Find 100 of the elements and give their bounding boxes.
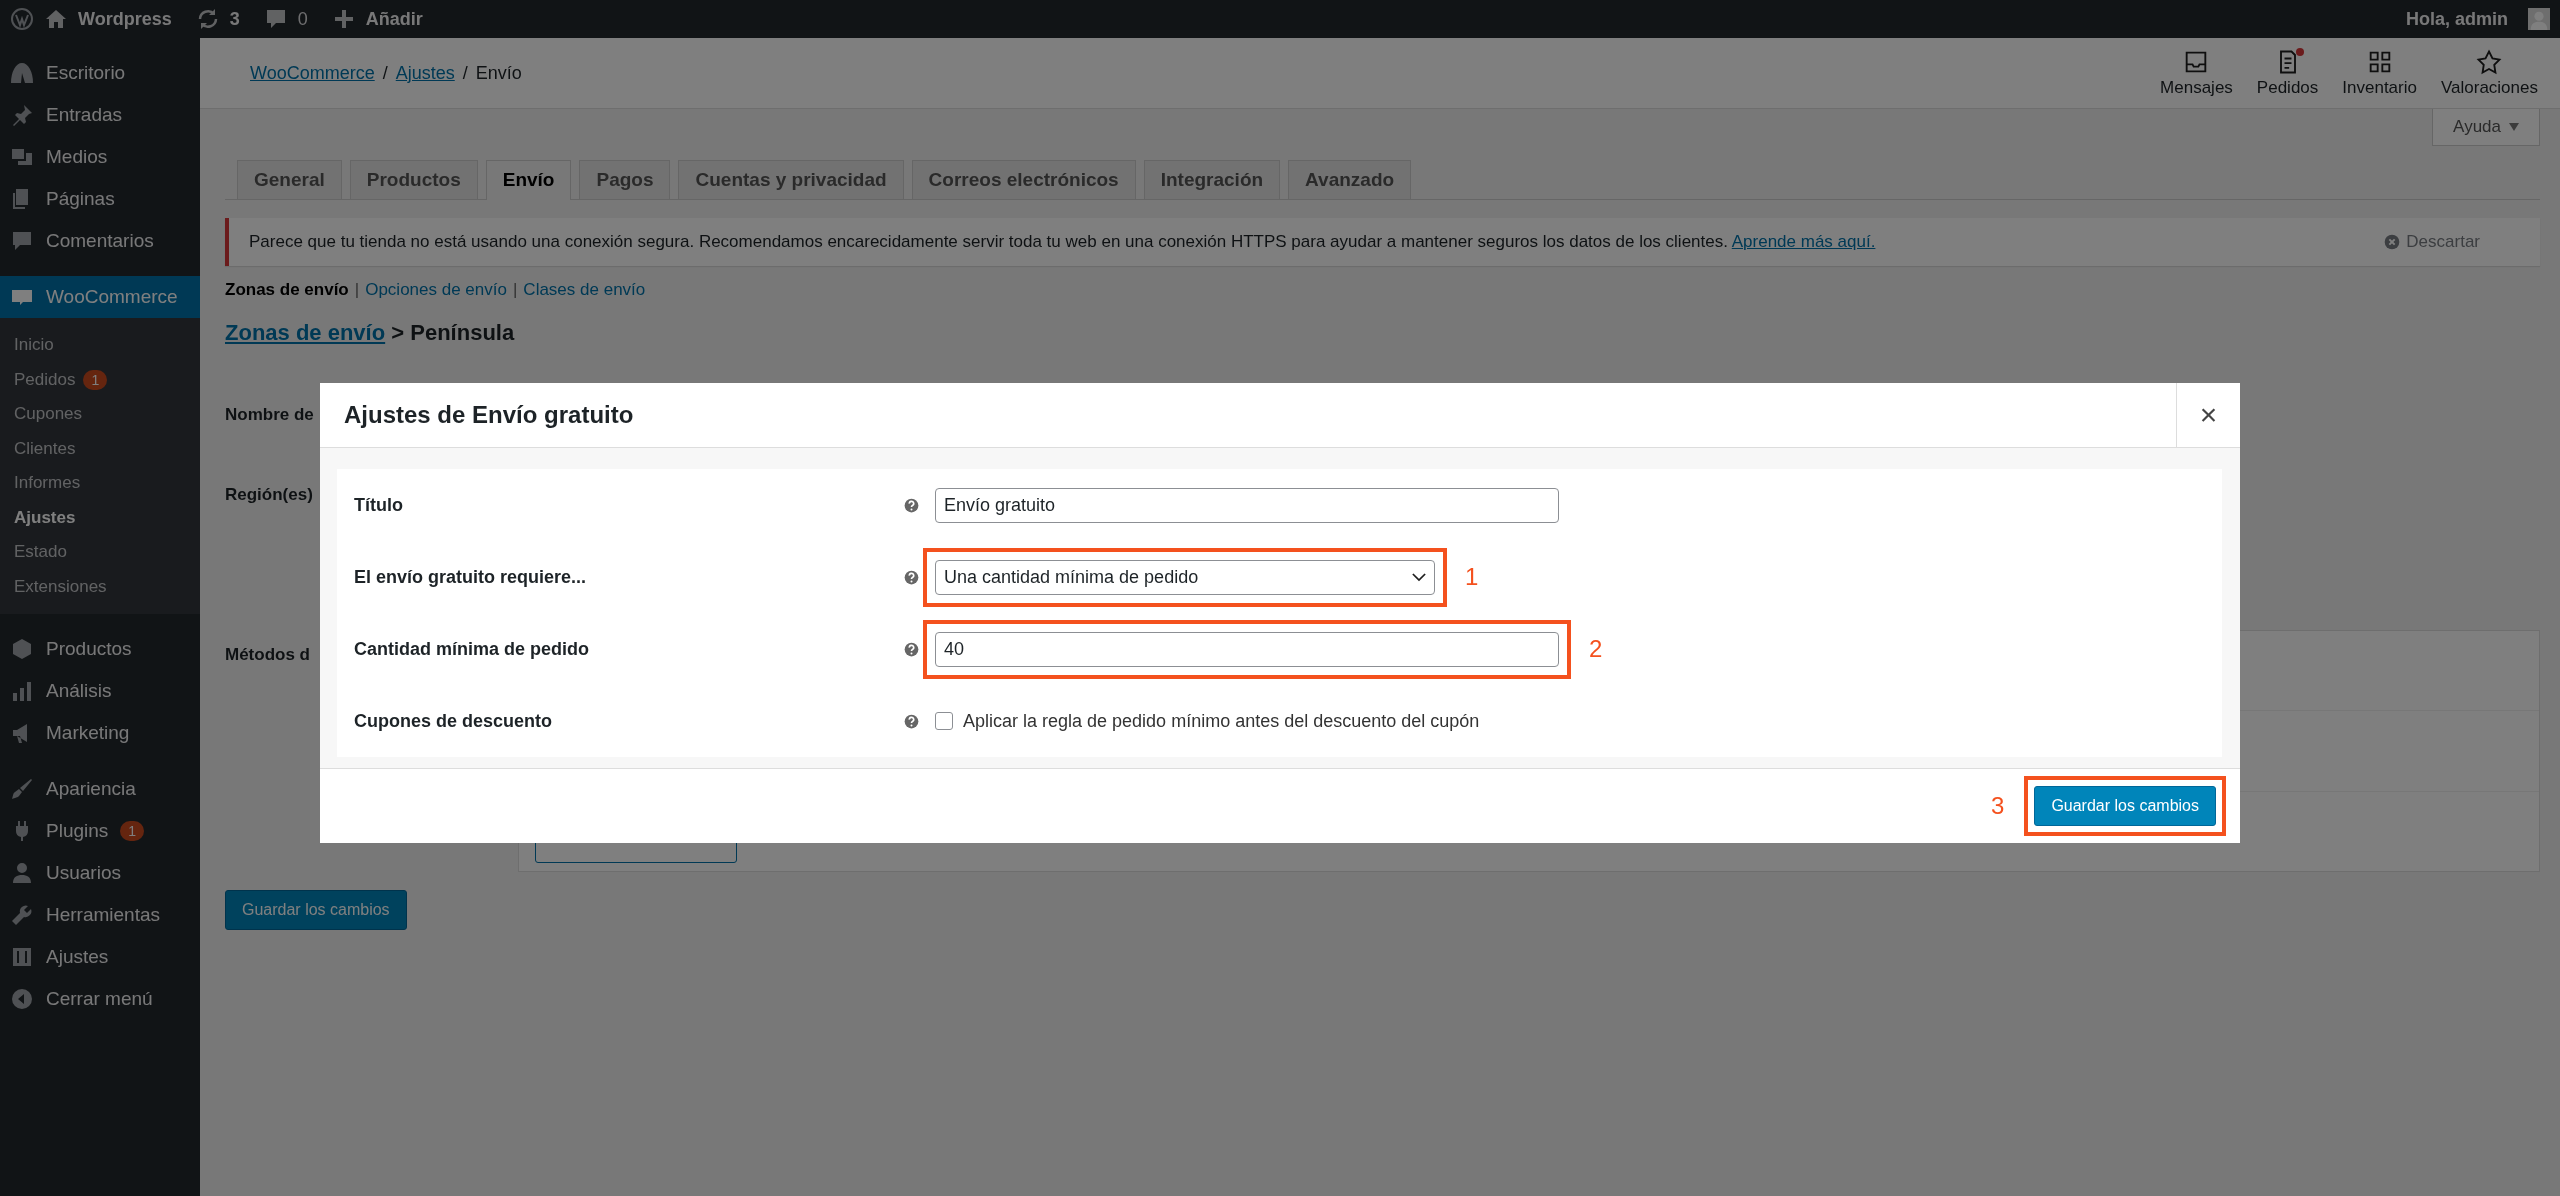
sidebar-label: Análisis (46, 680, 112, 702)
form-label: Nombre de (225, 405, 314, 426)
submenu-item[interactable]: Cupones (0, 397, 200, 432)
sidebar-label: Ajustes (46, 946, 109, 968)
sidebar-label: Marketing (46, 722, 130, 744)
help-icon[interactable] (904, 641, 919, 657)
brush-icon (10, 777, 34, 801)
help-button[interactable]: Ayuda (2432, 109, 2540, 146)
bar-chart-icon (10, 679, 34, 703)
notice-text: Parece que tu tienda no está usando una conexión segura. Recomendamos encarecidamente servir toda tu web en una conexión HTTPS para ayudar a mantener seguros los datos de los clientes. Aprende más aquí. (249, 232, 1876, 252)
sidebar-item[interactable]: Medios (0, 136, 200, 178)
save-changes-button[interactable]: Guardar los cambios (225, 890, 407, 930)
sidebar-label: Apariencia (46, 778, 136, 800)
subnav-separator: | (354, 280, 360, 300)
breadcrumb-item[interactable]: WooCommerce (250, 62, 375, 84)
sidebar-item[interactable]: Cerrar menú (0, 978, 200, 1020)
tab[interactable]: Cuentas y privacidad (678, 160, 904, 199)
breadcrumb-item[interactable]: Ajustes (395, 62, 455, 84)
activity-button[interactable]: Valoraciones (2428, 38, 2550, 108)
help-icon[interactable] (904, 497, 919, 513)
sidebar-item[interactable]: WooCommerce (0, 276, 200, 318)
amount-field[interactable]: 40 (935, 631, 1559, 667)
learn-more-link[interactable]: Aprende más aquí. (1731, 232, 1876, 251)
sidebar-item[interactable]: Análisis (0, 670, 200, 712)
tab[interactable]: Envío (485, 160, 572, 200)
sliders-icon (10, 945, 34, 969)
sidebar-item[interactable]: Herramientas (0, 894, 200, 936)
sidebar-label: Herramientas (46, 904, 161, 926)
sidebar-item[interactable]: Escritorio (0, 52, 200, 94)
caret-icon (2509, 123, 2519, 131)
sidebar-item[interactable]: Páginas (0, 178, 200, 220)
tab[interactable]: Avanzado (1288, 160, 1412, 199)
sidebar-item[interactable]: Ajustes (0, 936, 200, 978)
annotation-number: 1 (1465, 563, 1479, 591)
form-label: Métodos d (225, 645, 310, 665)
checkbox[interactable] (935, 712, 953, 730)
zones-link[interactable]: Zonas de envío (225, 320, 386, 345)
field-label: El envío gratuito requiere... (354, 566, 588, 588)
tab[interactable]: Pagos (579, 160, 671, 199)
tab[interactable]: Productos (349, 160, 478, 199)
submenu-item[interactable]: Estado (0, 535, 200, 570)
sidebar-item[interactable]: Marketing (0, 712, 200, 754)
sidebar-item[interactable]: Productos (0, 628, 200, 670)
sidebar-label: Entradas (46, 104, 123, 126)
sidebar-label: Escritorio (46, 62, 126, 84)
activity-button[interactable]: Inventario (2330, 38, 2429, 108)
activity-button[interactable]: Pedidos (2244, 38, 2331, 108)
submenu-item[interactable]: Ajustes (0, 500, 200, 535)
user-icon (10, 861, 34, 885)
submenu-item[interactable]: Extensiones (0, 569, 200, 604)
subnav-link[interactable]: Clases de envío (523, 280, 646, 300)
count-badge: 1 (83, 369, 108, 390)
comments-count[interactable]: 0 (297, 8, 308, 30)
field-label: Cantidad mínima de pedido (354, 638, 591, 660)
sidebar-label: Medios (46, 146, 108, 168)
collapse-icon (10, 987, 34, 1011)
breadcrumb-separator: / (462, 62, 468, 84)
sidebar-item[interactable]: Plugins 1 (0, 810, 200, 852)
help-icon[interactable] (904, 713, 919, 729)
sidebar-label: Productos (46, 638, 132, 660)
comment-icon (10, 229, 34, 253)
sidebar-item[interactable]: Usuarios (0, 852, 200, 894)
site-name-link[interactable]: Wordpress (78, 8, 172, 30)
dialog-title: Ajustes de Envío gratuito (343, 401, 634, 429)
subnav-link[interactable]: Zonas de envío (225, 280, 349, 300)
sidebar-item[interactable]: Comentarios (0, 220, 200, 262)
sidebar-label: Plugins (46, 820, 109, 842)
box-icon (10, 637, 34, 661)
annotation-number: 2 (1589, 635, 1603, 663)
activity-button[interactable]: Mensajes (2148, 38, 2245, 108)
breadcrumb-separator: / (382, 62, 388, 84)
tab[interactable]: Correos electrónicos (911, 160, 1136, 199)
new-link[interactable]: Añadir (365, 8, 423, 30)
help-icon[interactable] (904, 569, 919, 585)
save-changes-button[interactable]: Guardar los cambios (2034, 786, 2216, 826)
tab[interactable]: Integración (1143, 160, 1281, 199)
dismiss-button[interactable]: Descartar (2384, 232, 2480, 252)
requirement-dropdown[interactable]: Una cantidad mínima de pedido (935, 559, 1435, 595)
wrench-icon (10, 903, 34, 927)
submenu-item[interactable]: Inicio (0, 328, 200, 363)
submenu-item[interactable]: Informes (0, 466, 200, 501)
submenu-item[interactable]: Pedidos 1 (0, 362, 200, 397)
sidebar-label: Cerrar menú (46, 988, 153, 1010)
star-icon (2475, 48, 2504, 76)
subnav-link[interactable]: Opciones de envío (365, 280, 507, 300)
submenu-item[interactable]: Clientes (0, 431, 200, 466)
checkbox-label: Aplicar la regla de pedido mínimo antes del descuento del cupón (963, 710, 1480, 732)
form-label: Región(es) (225, 485, 313, 506)
sidebar-item[interactable]: Apariencia (0, 768, 200, 810)
zone-name: > Península (391, 320, 515, 345)
annotation-number: 3 (1991, 792, 2005, 820)
sidebar-item[interactable]: Entradas (0, 94, 200, 136)
tab[interactable]: General (237, 160, 342, 199)
count-badge: 1 (120, 821, 145, 841)
close-icon (2384, 234, 2401, 250)
breadcrumb-item: Envío (475, 62, 522, 84)
title-field[interactable]: Envío gratuito (935, 487, 1559, 523)
chevron-down-icon (1412, 572, 1426, 582)
updates-count[interactable]: 3 (229, 8, 240, 30)
greeting-link[interactable]: Hola, admin (2406, 8, 2508, 30)
